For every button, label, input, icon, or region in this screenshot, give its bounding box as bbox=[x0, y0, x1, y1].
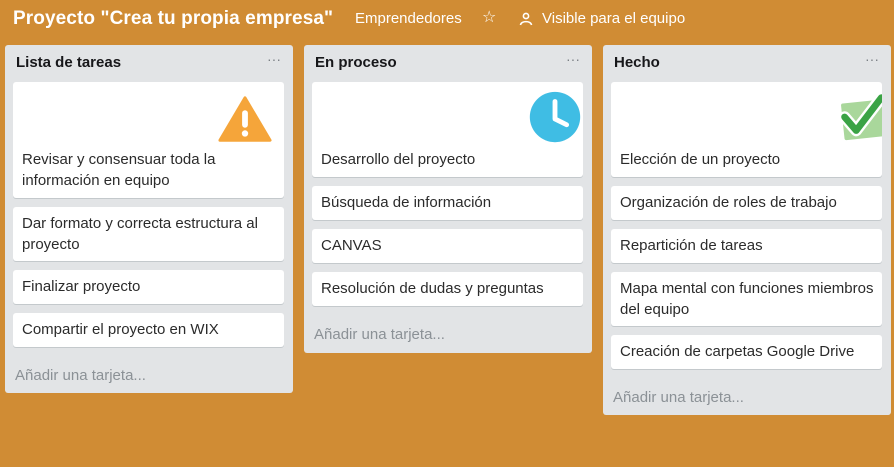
list-card[interactable]: Repartición de tareas bbox=[611, 229, 882, 263]
list-card[interactable]: Desarrollo del proyecto bbox=[312, 82, 583, 177]
list-card[interactable]: Resolución de dudas y preguntas bbox=[312, 272, 583, 306]
board-header: Proyecto "Crea tu propia empresa" Empren… bbox=[0, 0, 894, 38]
card-title: Dar formato y correcta estructura al pro… bbox=[22, 215, 258, 253]
list-title[interactable]: En proceso bbox=[315, 54, 397, 71]
card-title: Mapa mental con funciones miembros del e… bbox=[620, 280, 874, 318]
list-card[interactable]: Revisar y consensuar toda la información… bbox=[13, 82, 284, 198]
list-card[interactable]: Finalizar proyecto bbox=[13, 270, 284, 304]
list-card[interactable]: CANVAS bbox=[312, 229, 583, 263]
check-icon bbox=[836, 91, 882, 145]
list-title[interactable]: Lista de tareas bbox=[16, 54, 121, 71]
list-card[interactable]: Búsqueda de información bbox=[312, 186, 583, 220]
card-title: Revisar y consensuar toda la información… bbox=[22, 151, 216, 189]
star-icon[interactable]: ☆ bbox=[482, 8, 496, 28]
list-menu-icon[interactable]: ··· bbox=[566, 52, 580, 66]
list-card[interactable]: Creación de carpetas Google Drive bbox=[611, 335, 882, 369]
list-en-proceso: En proceso ··· Desarrollo del proyecto B… bbox=[304, 45, 592, 353]
list-card[interactable]: Compartir el proyecto en WIX bbox=[13, 313, 284, 347]
add-card-link[interactable]: Añadir una tarjeta... bbox=[314, 326, 445, 343]
card-title: Búsqueda de información bbox=[321, 194, 492, 211]
card-title: Creación de carpetas Google Drive bbox=[620, 343, 855, 360]
visibility-label: Visible para el equipo bbox=[542, 10, 686, 27]
clock-icon bbox=[525, 87, 583, 147]
list-menu-icon[interactable]: ··· bbox=[267, 52, 281, 66]
list-title[interactable]: Hecho bbox=[614, 54, 660, 71]
add-card-link[interactable]: Añadir una tarjeta... bbox=[613, 389, 744, 406]
visibility-button[interactable]: Visible para el equipo bbox=[519, 10, 685, 27]
list-card[interactable]: Organización de roles de trabajo bbox=[611, 186, 882, 220]
list-card[interactable]: Dar formato y correcta estructura al pro… bbox=[13, 207, 284, 261]
list-lista-de-tareas: Lista de tareas ··· Revisar y consensuar… bbox=[5, 45, 293, 393]
add-card-link[interactable]: Añadir una tarjeta... bbox=[15, 367, 146, 384]
card-title: Finalizar proyecto bbox=[22, 278, 141, 295]
card-title: Elección de un proyecto bbox=[620, 151, 781, 168]
card-title: Desarrollo del proyecto bbox=[321, 151, 476, 168]
team-link[interactable]: Emprendedores bbox=[355, 10, 462, 27]
card-title: Compartir el proyecto en WIX bbox=[22, 321, 219, 338]
card-title: Resolución de dudas y preguntas bbox=[321, 280, 544, 297]
board-title[interactable]: Proyecto "Crea tu propia empresa" bbox=[13, 8, 333, 30]
list-menu-icon[interactable]: ··· bbox=[865, 52, 879, 66]
list-card[interactable]: Mapa mental con funciones miembros del e… bbox=[611, 272, 882, 326]
list-hecho: Hecho ··· Elección de un proyecto Organi… bbox=[603, 45, 891, 415]
team-icon bbox=[519, 12, 533, 25]
list-header: Lista de tareas ··· bbox=[5, 45, 293, 79]
list-header: En proceso ··· bbox=[304, 45, 592, 79]
list-header: Hecho ··· bbox=[603, 45, 891, 79]
card-title: Repartición de tareas bbox=[620, 237, 763, 254]
card-title: CANVAS bbox=[321, 237, 382, 254]
card-title: Organización de roles de trabajo bbox=[620, 194, 837, 211]
list-card[interactable]: Elección de un proyecto bbox=[611, 82, 882, 177]
warning-icon bbox=[213, 91, 277, 147]
